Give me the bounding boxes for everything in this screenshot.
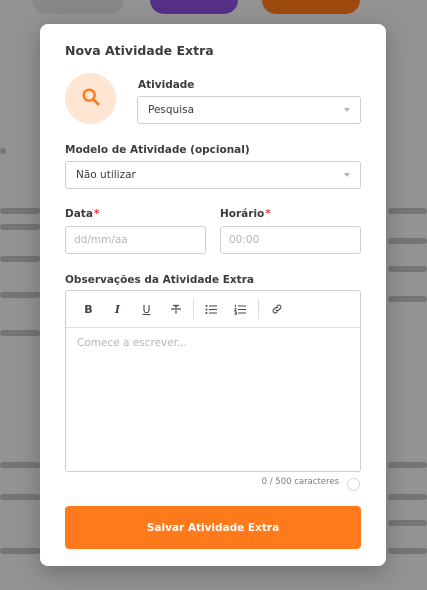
character-counter: 0 / 500 caracteres: [261, 477, 339, 487]
date-label: Data*: [65, 208, 99, 220]
italic-icon[interactable]: I: [103, 297, 132, 321]
underline-glyph: U: [142, 302, 151, 316]
activity-model-label: Modelo de Atividade (opcional): [65, 144, 250, 156]
activity-select[interactable]: Pesquisa: [137, 96, 361, 124]
activity-type-avatar: [65, 73, 116, 124]
time-label: Horário*: [220, 208, 271, 220]
date-input[interactable]: [65, 226, 206, 254]
toolbar-divider: [258, 299, 259, 319]
italic-glyph: I: [114, 302, 121, 316]
bold-glyph: B: [84, 302, 93, 316]
new-extra-activity-modal: Nova Atividade Extra Atividade Pesquisa …: [40, 24, 386, 566]
modal-title: Nova Atividade Extra: [65, 43, 214, 58]
notes-label: Observações da Atividade Extra: [65, 274, 254, 286]
required-mark: *: [93, 208, 100, 220]
required-mark: *: [265, 208, 271, 220]
bold-icon[interactable]: B: [74, 297, 103, 321]
bullet-list-icon[interactable]: [197, 297, 226, 321]
link-icon[interactable]: [262, 297, 291, 321]
date-label-text: Data: [65, 208, 93, 220]
time-label-text: Horário: [220, 208, 265, 220]
notes-rich-text-editor: B I U Comece a escrever...: [65, 290, 361, 472]
chevron-down-icon: [344, 173, 350, 177]
activity-select-value: Pesquisa: [148, 104, 195, 116]
search-icon: [80, 86, 102, 112]
activity-model-select-value: Não utilizar: [76, 169, 136, 181]
toolbar-divider: [193, 299, 194, 319]
notes-text-area[interactable]: Comece a escrever...: [77, 337, 349, 463]
save-extra-activity-button[interactable]: Salvar Atividade Extra: [65, 506, 361, 549]
editor-toolbar: B I U: [66, 291, 360, 328]
activity-model-select[interactable]: Não utilizar: [65, 161, 361, 189]
chevron-down-icon: [344, 108, 350, 112]
time-input[interactable]: [220, 226, 361, 254]
activity-label: Atividade: [138, 79, 195, 91]
numbered-list-icon[interactable]: [226, 297, 255, 321]
underline-icon[interactable]: U: [132, 297, 161, 321]
strikethrough-icon[interactable]: [161, 297, 190, 321]
character-progress-ring: [347, 478, 360, 491]
